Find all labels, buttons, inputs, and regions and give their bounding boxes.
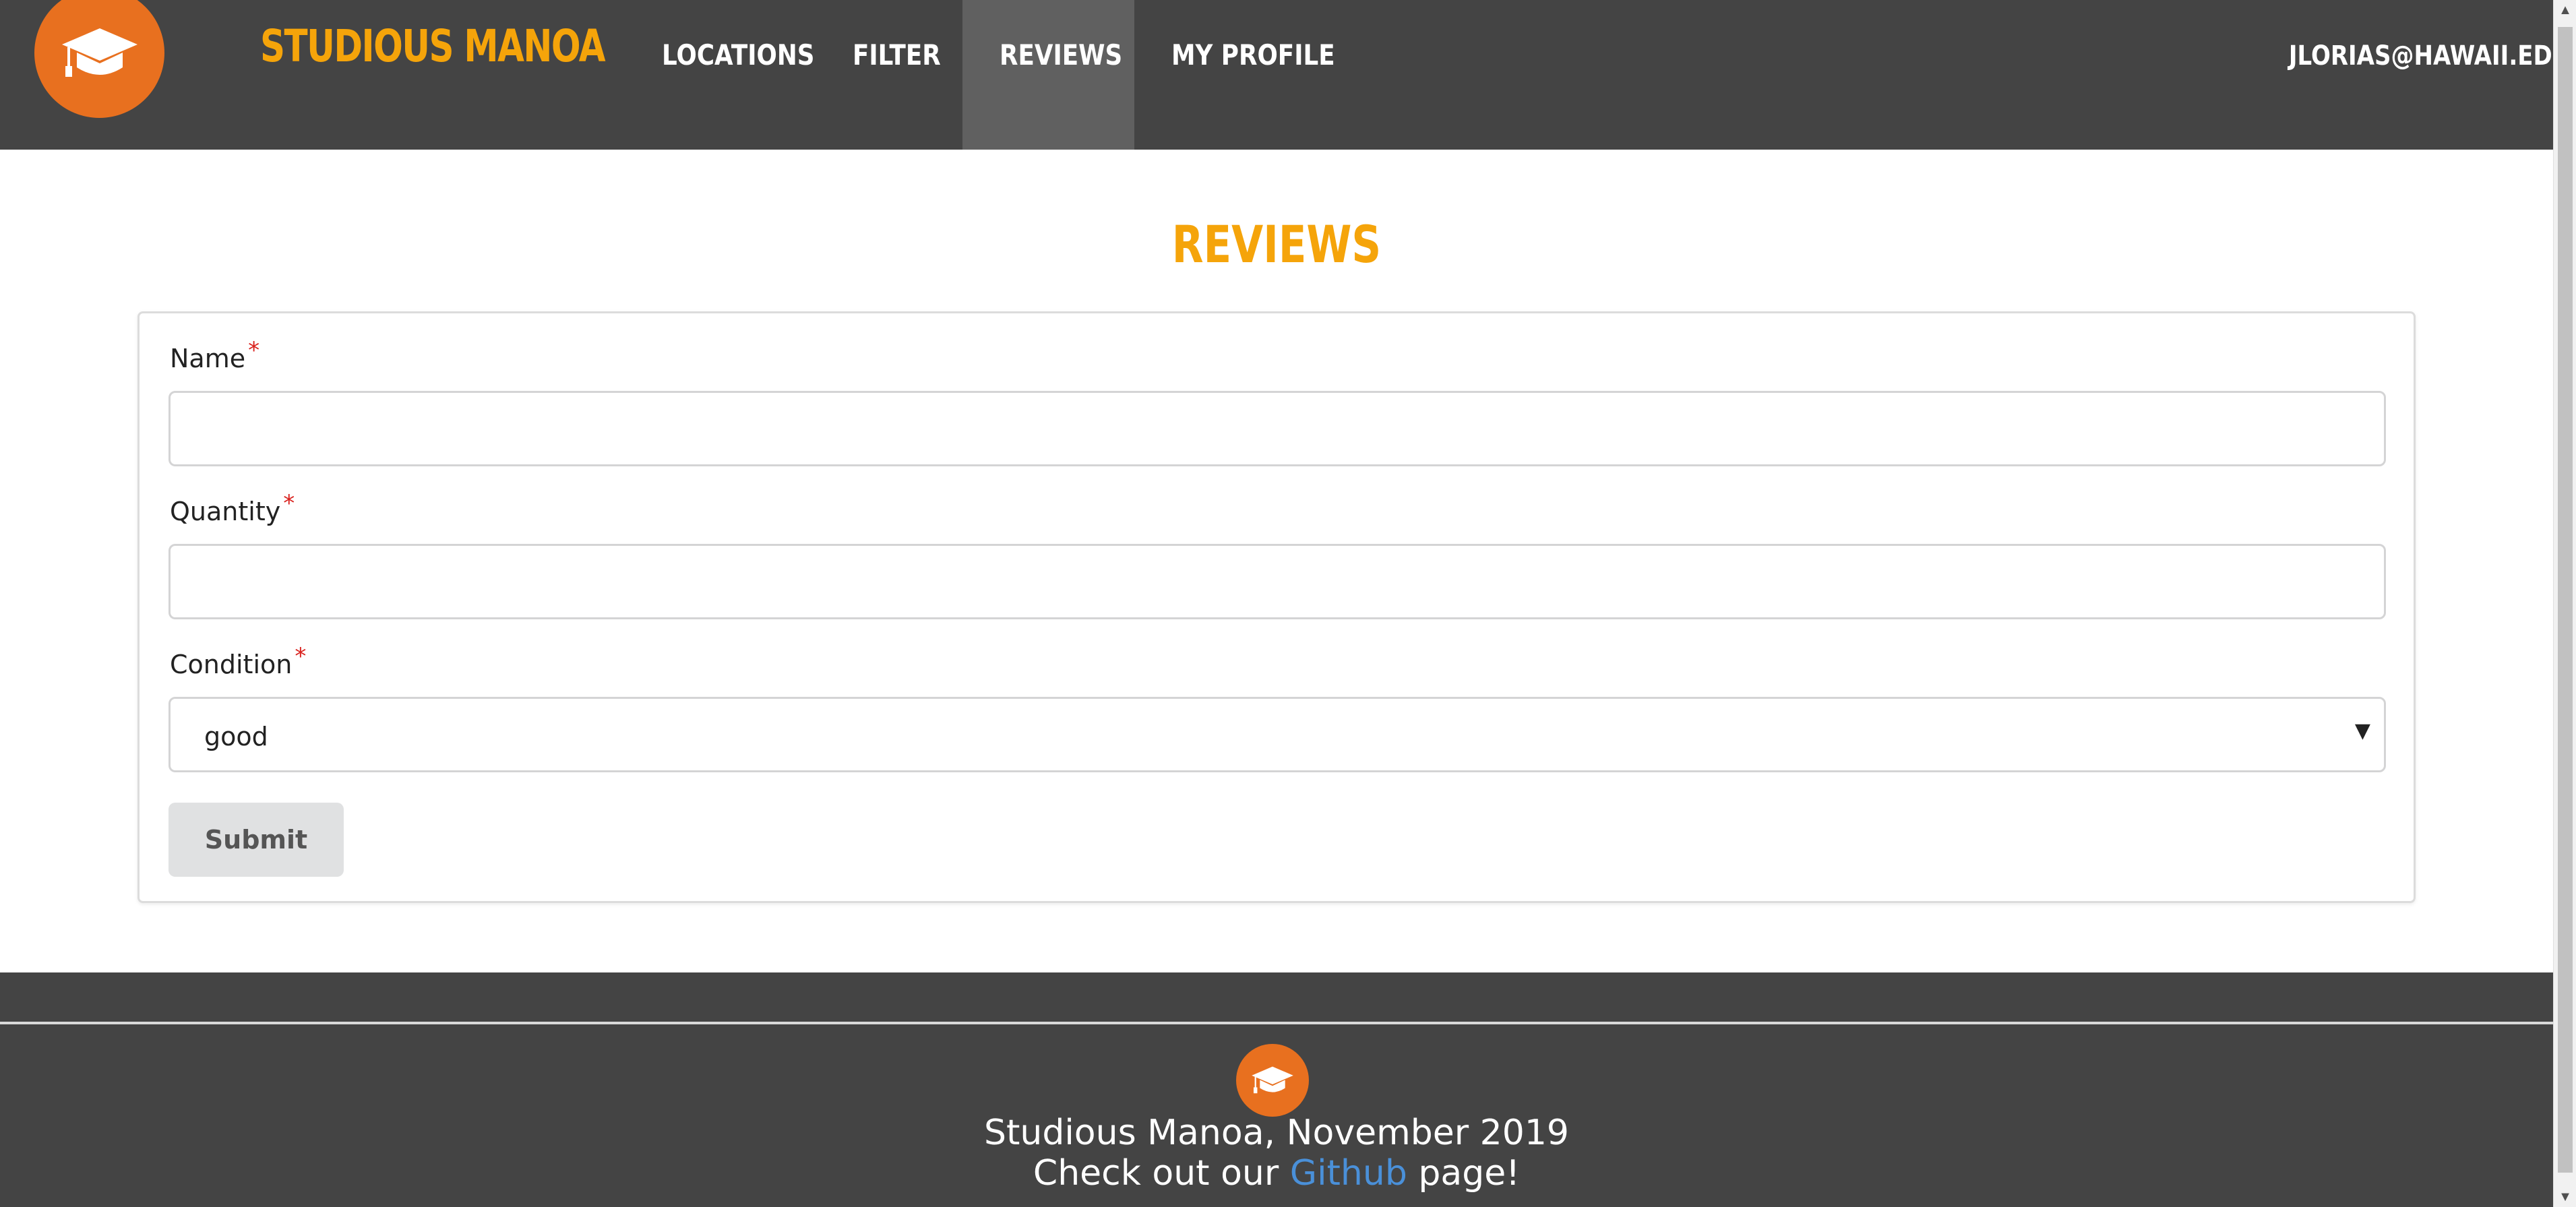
quantity-label-text: Quantity [170,497,281,526]
quantity-field[interactable] [168,544,2386,619]
required-marker: * [283,490,295,517]
footer-github-line: Check out our Github page! [0,1153,2553,1194]
nav-item-filter[interactable]: FILTER [853,0,956,150]
name-label-text: Name [170,344,246,373]
footer: Studious Manoa, November 2019 Check out … [0,972,2553,1207]
required-marker: * [248,337,260,364]
graduation-cap-icon [61,28,137,77]
required-marker: * [295,643,307,670]
nav-item-locations[interactable]: LOCATIONS [662,0,841,150]
footer-credit: Studious Manoa, November 2019 [983,1113,1569,1153]
condition-select[interactable]: good ▼ [168,697,2386,772]
github-link[interactable]: Github [1290,1153,1407,1194]
scroll-thumb[interactable] [2558,27,2573,1173]
submit-button[interactable]: Submit [168,803,344,877]
graduation-cap-icon [1252,1066,1293,1094]
review-form: Name * Quantity * Condition * good ▼ Submit [137,311,2416,903]
footer-prefix: Check out our [1033,1153,1279,1194]
nav-item-reviews[interactable]: REVIEWS [962,0,1134,150]
footer-logo [1236,1044,1309,1117]
quantity-label: Quantity * [170,490,295,526]
scroll-down-arrow-icon[interactable]: ▼ [2554,1187,2576,1207]
page-title-text: REVIEWS [1171,214,1382,274]
footer-suffix: page! [1418,1153,1521,1194]
name-label: Name * [170,337,259,373]
footer-divider [0,1022,2553,1024]
condition-label-text: Condition [170,650,293,679]
top-navbar: STUDIOUS MANOA LOCATIONS FILTER REVIEWS … [0,0,2571,150]
logo[interactable] [34,0,164,118]
condition-selected-value: good [204,722,268,751]
page-scrollbar[interactable]: ▲ ▼ [2553,0,2576,1207]
user-menu[interactable]: JLORIAS@HAWAII.EDU [2239,0,2576,111]
nav-item-label: REVIEWS [1000,38,1123,71]
scroll-up-arrow-icon[interactable]: ▲ [2554,0,2576,20]
condition-label: Condition * [170,643,306,679]
name-field[interactable] [168,391,2386,466]
nav-item-label: MY PROFILE [1171,38,1335,71]
nav-item-label: LOCATIONS [662,38,815,71]
nav-item-label: FILTER [853,38,941,71]
user-email: JLORIAS@HAWAII.EDU [2288,40,2571,71]
brand-title[interactable]: STUDIOUS MANOA [260,20,606,72]
nav-item-my-profile[interactable]: MY PROFILE [1171,0,1363,150]
page-title: REVIEWS [0,214,2553,274]
dropdown-caret-icon: ▼ [2354,719,2370,743]
